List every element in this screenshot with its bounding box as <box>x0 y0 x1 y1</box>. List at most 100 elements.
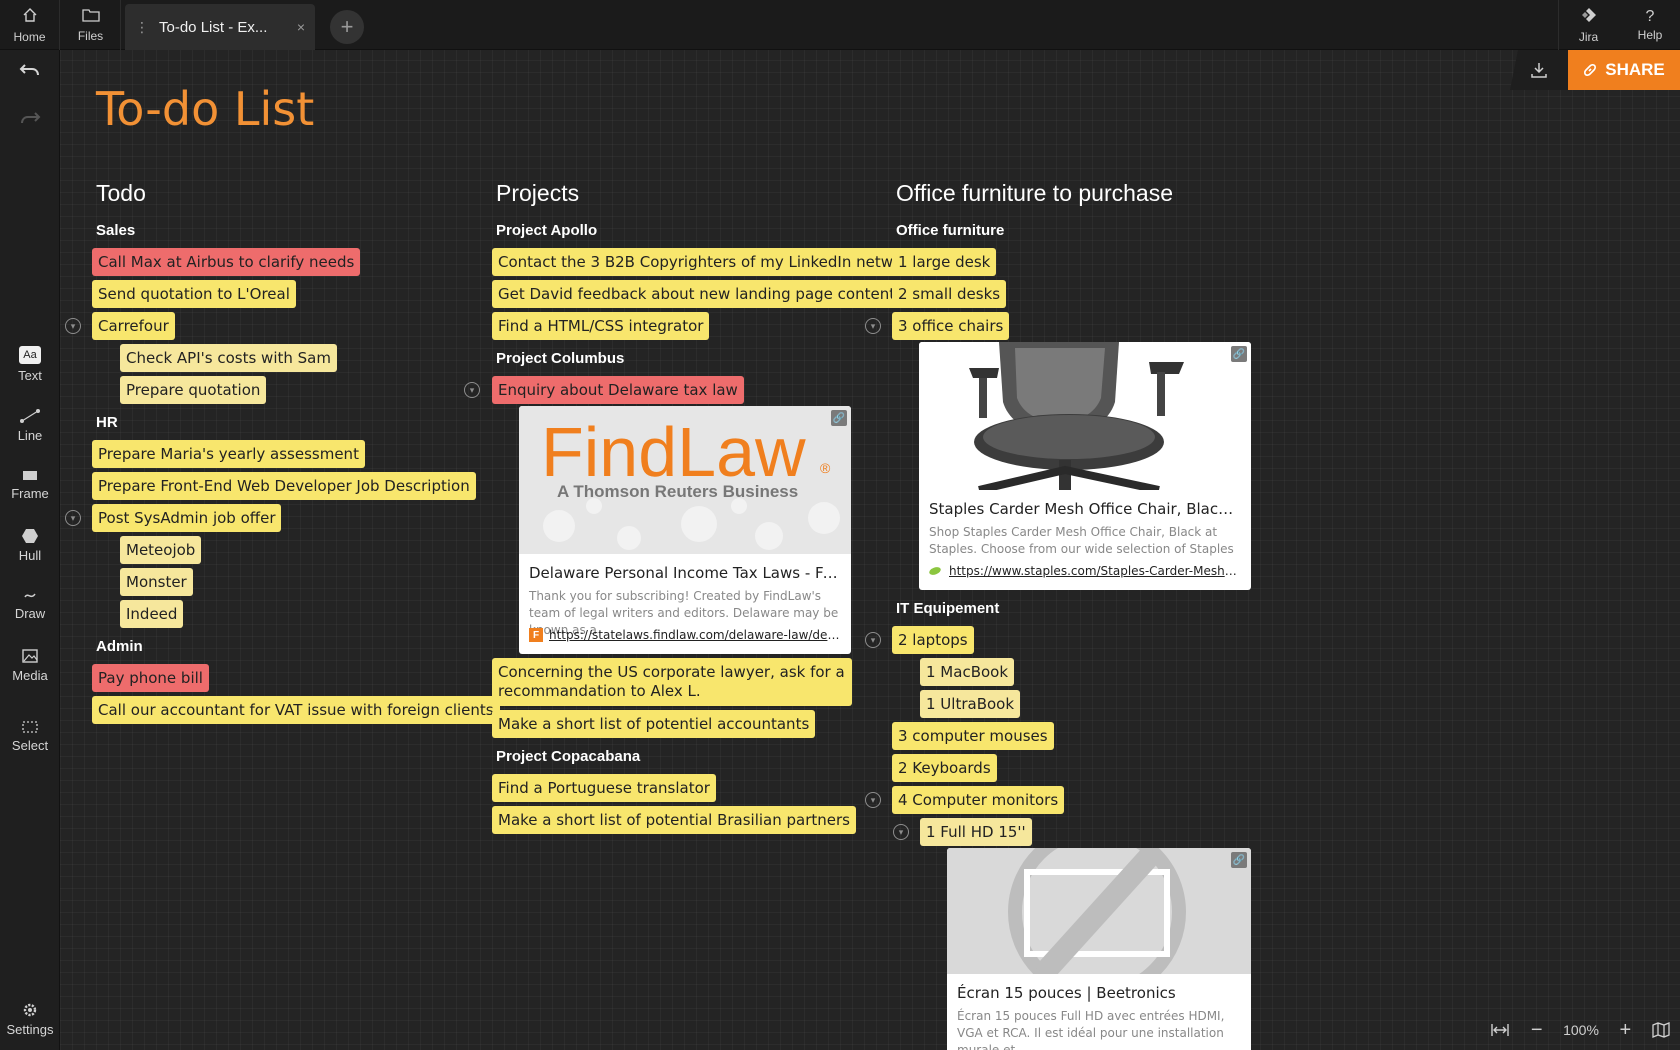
heading-sales[interactable]: Sales <box>96 222 135 239</box>
link-icon[interactable]: 🔗 <box>831 410 847 426</box>
heading-project-apollo[interactable]: Project Apollo <box>496 222 597 239</box>
tab-todo-list[interactable]: ⋮ To-do List - Ex... × <box>125 4 315 50</box>
furniture-note[interactable]: 1 large desk <box>892 248 997 276</box>
zoom-in-button[interactable]: + <box>1619 1019 1631 1042</box>
collapse-toggle-icon[interactable]: ▾ <box>865 792 881 808</box>
hull-tool[interactable]: Hull <box>0 528 60 563</box>
todo-subnote[interactable]: Monster <box>120 568 193 596</box>
todo-note[interactable]: Carrefour <box>92 312 175 340</box>
tab-menu-icon[interactable]: ⋮ <box>135 19 149 36</box>
project-note[interactable]: Get David feedback about new landing pag… <box>492 280 902 308</box>
todo-note[interactable]: Post SysAdmin job offer <box>92 504 282 532</box>
add-tab-button[interactable]: + <box>330 10 364 44</box>
project-note[interactable]: Find a Portuguese translator <box>492 774 716 802</box>
project-note[interactable]: Make a short list of potentiel accountan… <box>492 710 816 738</box>
project-note[interactable]: Enquiry about Delaware tax law <box>492 376 744 404</box>
collapse-toggle-icon[interactable]: ▾ <box>865 318 881 334</box>
heading-project-copacabana[interactable]: Project Copacabana <box>496 748 640 765</box>
tab-title: To-do List - Ex... <box>159 18 268 36</box>
findlaw-favicon: F <box>529 628 543 642</box>
no-image-placeholder <box>947 848 1251 1001</box>
project-note[interactable]: Make a short list of potential Brasilian… <box>492 806 856 834</box>
findlaw-card-image: FindLaw ® A Thomson Reuters Business <box>519 406 851 554</box>
column-title-projects[interactable]: Projects <box>496 180 579 207</box>
hull-icon <box>22 529 38 543</box>
todo-note[interactable]: Call our accountant for VAT issue with f… <box>92 696 500 724</box>
share-button[interactable]: SHARE <box>1568 50 1680 90</box>
collapse-toggle-icon[interactable]: ▾ <box>464 382 480 398</box>
heading-office-furniture[interactable]: Office furniture <box>896 222 1004 239</box>
furniture-note[interactable]: 4 Computer monitors <box>892 786 1065 814</box>
select-tool-label: Select <box>11 738 49 753</box>
zoom-controls: − 100% + <box>1480 1010 1680 1050</box>
furniture-subnote[interactable]: 1 UltraBook <box>920 690 1021 718</box>
line-icon <box>20 409 40 423</box>
redo-button[interactable] <box>0 110 60 128</box>
todo-subnote[interactable]: Prepare quotation <box>120 376 267 404</box>
column-title-todo[interactable]: Todo <box>96 180 146 207</box>
collapse-toggle-icon[interactable]: ▾ <box>865 632 881 648</box>
card-url-link[interactable]: https://statelaws.findlaw.com/delaware-l… <box>549 628 841 642</box>
text-tool-label: Text <box>18 368 42 383</box>
files-button[interactable]: Files <box>61 0 121 50</box>
todo-subnote[interactable]: Meteojob <box>120 536 202 564</box>
select-icon <box>22 721 38 733</box>
card-url-link[interactable]: https://www.staples.com/Staples-Carder-M… <box>949 564 1241 578</box>
link-icon[interactable]: 🔗 <box>1231 346 1247 362</box>
zoom-out-button[interactable]: − <box>1531 1019 1543 1042</box>
todo-subnote[interactable]: Check API's costs with Sam <box>120 344 337 372</box>
chair-link-card[interactable]: 🔗 Staples Carder Mesh Office Chair, Blac… <box>919 342 1251 590</box>
help-button[interactable]: ? Help <box>1620 0 1680 50</box>
collapse-toggle-icon[interactable]: ▾ <box>65 318 81 334</box>
link-icon[interactable]: 🔗 <box>1231 852 1247 868</box>
card-title: Écran 15 pouces | Beetronics <box>957 984 1176 1002</box>
furniture-subnote[interactable]: 1 Full HD 15'' <box>920 818 1032 846</box>
line-tool-label: Line <box>17 428 43 443</box>
heading-it-equipement[interactable]: IT Equipement <box>896 600 999 617</box>
project-note[interactable]: Concerning the US corporate lawyer, ask … <box>492 658 852 706</box>
media-tool[interactable]: Media <box>0 648 60 683</box>
fit-width-icon[interactable] <box>1490 1023 1510 1037</box>
furniture-note[interactable]: 3 computer mouses <box>892 722 1054 750</box>
text-tool[interactable]: Aa Text <box>0 346 60 383</box>
media-tool-label: Media <box>12 668 48 683</box>
screen-link-card[interactable]: 🔗 Écran 15 pouces | Beetronics Écran 15 … <box>947 848 1251 1050</box>
todo-note[interactable]: Prepare Maria's yearly assessment <box>92 440 365 468</box>
todo-note[interactable]: Pay phone bill <box>92 664 209 692</box>
todo-note[interactable]: Send quotation to L'Oreal <box>92 280 296 308</box>
project-note[interactable]: Contact the 3 B2B Copyrighters of my Lin… <box>492 248 924 276</box>
collapse-toggle-icon[interactable]: ▾ <box>65 510 81 526</box>
help-icon: ? <box>1645 7 1655 25</box>
findlaw-logo-subtitle: A Thomson Reuters Business <box>557 482 798 501</box>
heading-admin[interactable]: Admin <box>96 638 143 655</box>
heading-hr[interactable]: HR <box>96 414 118 431</box>
frame-icon <box>23 471 37 480</box>
furniture-note[interactable]: 3 office chairs <box>892 312 1010 340</box>
todo-note[interactable]: Call Max at Airbus to clarify needs <box>92 248 361 276</box>
draw-tool[interactable]: Draw <box>0 588 60 621</box>
home-button[interactable]: Home <box>0 0 60 50</box>
todo-subnote[interactable]: Indeed <box>120 600 184 628</box>
column-title-furniture[interactable]: Office furniture to purchase <box>896 180 1173 207</box>
findlaw-link-card[interactable]: FindLaw ® A Thomson Reuters Business 🔗 D… <box>519 406 851 654</box>
download-button[interactable] <box>1510 50 1568 90</box>
collapse-toggle-icon[interactable]: ▾ <box>893 824 909 840</box>
undo-button[interactable] <box>0 62 60 80</box>
line-tool[interactable]: Line <box>0 408 60 443</box>
todo-note[interactable]: Prepare Front-End Web Developer Job Desc… <box>92 472 476 500</box>
furniture-note[interactable]: 2 Keyboards <box>892 754 997 782</box>
zoom-level[interactable]: 100% <box>1563 1022 1599 1038</box>
project-note[interactable]: Find a HTML/CSS integrator <box>492 312 710 340</box>
furniture-note[interactable]: 2 laptops <box>892 626 974 654</box>
hull-tool-label: Hull <box>18 548 42 563</box>
furniture-subnote[interactable]: 1 MacBook <box>920 658 1015 686</box>
select-tool[interactable]: Select <box>0 720 60 753</box>
heading-project-columbus[interactable]: Project Columbus <box>496 350 624 367</box>
furniture-note[interactable]: 2 small desks <box>892 280 1007 308</box>
map-icon[interactable] <box>1652 1022 1670 1038</box>
tab-close-icon[interactable]: × <box>297 19 305 35</box>
jira-button[interactable]: Jira <box>1558 0 1618 50</box>
board-title[interactable]: To-do List <box>96 82 314 136</box>
settings-button[interactable]: Settings <box>0 1002 60 1037</box>
frame-tool[interactable]: Frame <box>0 468 60 501</box>
